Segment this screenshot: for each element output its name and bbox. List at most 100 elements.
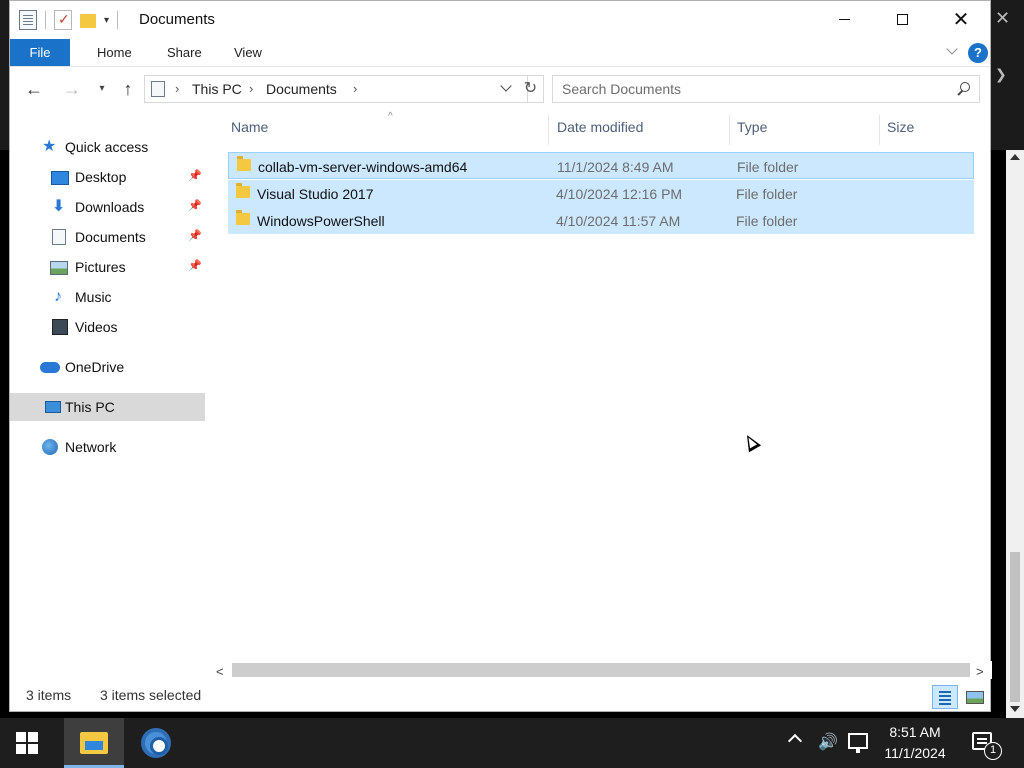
- sidebar-item-label: Music: [75, 289, 112, 305]
- file-explorer-icon: [80, 732, 108, 754]
- column-header-size[interactable]: Size: [887, 119, 914, 143]
- sidebar-item-videos[interactable]: Videos: [10, 313, 205, 341]
- sidebar-item-quick-access[interactable]: ★ Quick access: [10, 133, 205, 161]
- background-scroll-thumb[interactable]: [1010, 552, 1020, 702]
- selected-count: 3 items selected: [100, 687, 202, 703]
- large-icons-view-icon[interactable]: [964, 685, 984, 709]
- breadcrumb-separator-icon[interactable]: ›: [249, 81, 253, 96]
- file-type: File folder: [736, 213, 798, 229]
- file-row[interactable]: WindowsPowerShell 4/10/2024 11:57 AM Fil…: [228, 207, 974, 234]
- address-history-dropdown-icon[interactable]: [501, 83, 511, 93]
- folder-icon: [236, 210, 250, 225]
- scroll-left-icon[interactable]: <: [216, 664, 224, 679]
- windows-logo-pane: [28, 732, 38, 742]
- background-close-icon: ✕: [995, 8, 1011, 28]
- recent-locations-dropdown-icon[interactable]: ▾: [94, 77, 110, 101]
- refresh-button[interactable]: ↻: [518, 75, 544, 103]
- file-name: collab-vm-server-windows-amd64: [258, 159, 468, 175]
- documents-location-icon: [151, 81, 165, 97]
- onedrive-icon: [40, 362, 60, 373]
- sidebar-item-label: Desktop: [75, 169, 127, 185]
- title-bar[interactable]: ▾ Documents ✕: [10, 1, 990, 39]
- sidebar-item-label: Quick access: [65, 139, 149, 155]
- tab-home[interactable]: Home: [97, 39, 132, 66]
- column-divider[interactable]: [729, 115, 730, 145]
- scroll-thumb[interactable]: [232, 663, 970, 677]
- forward-button[interactable]: →: [60, 77, 84, 101]
- music-icon: ♪: [54, 288, 62, 305]
- file-date-modified: 4/10/2024 12:16 PM: [556, 186, 683, 202]
- tab-view[interactable]: View: [234, 39, 262, 66]
- file-type: File folder: [736, 186, 798, 202]
- file-date-modified: 11/1/2024 8:49 AM: [557, 159, 674, 175]
- help-button[interactable]: ?: [968, 43, 988, 63]
- background-window-left: [0, 0, 9, 150]
- sidebar-item-network[interactable]: Network: [10, 433, 205, 461]
- file-name: Visual Studio 2017: [257, 186, 374, 202]
- sidebar-item-label: Documents: [75, 229, 146, 245]
- volume-icon[interactable]: 🔊: [818, 732, 838, 752]
- folder-icon: [236, 183, 250, 198]
- sidebar-item-pictures[interactable]: Pictures 📌: [10, 253, 205, 281]
- column-header-date-modified[interactable]: Date modified: [557, 119, 643, 143]
- pin-icon[interactable]: 📌: [188, 229, 202, 242]
- search-box[interactable]: Search Documents: [552, 75, 980, 103]
- this-pc-icon: [45, 401, 61, 413]
- close-button[interactable]: ✕: [938, 1, 984, 39]
- search-input[interactable]: Search Documents: [562, 81, 681, 97]
- breadcrumb-separator-icon[interactable]: ›: [353, 81, 357, 96]
- column-header-name[interactable]: Name: [231, 119, 268, 143]
- scroll-right-icon[interactable]: >: [976, 664, 984, 679]
- breadcrumb-separator-icon[interactable]: ›: [175, 81, 179, 96]
- new-folder-icon[interactable]: [80, 14, 96, 28]
- taskbar-file-explorer[interactable]: [64, 718, 124, 768]
- breadcrumb-documents[interactable]: Documents: [266, 81, 337, 97]
- sidebar-item-onedrive[interactable]: OneDrive: [10, 353, 205, 381]
- tab-file[interactable]: File: [10, 39, 70, 66]
- tab-share[interactable]: Share: [167, 39, 202, 66]
- search-icon[interactable]: [956, 82, 970, 96]
- up-button[interactable]: ↑: [118, 77, 138, 101]
- horizontal-scrollbar[interactable]: < >: [210, 661, 992, 679]
- expand-ribbon-chevron-icon[interactable]: [946, 45, 958, 57]
- close-icon: ✕: [952, 9, 970, 31]
- sidebar-item-documents[interactable]: Documents 📌: [10, 223, 205, 251]
- pin-icon[interactable]: 📌: [188, 169, 202, 182]
- customize-toolbar-dropdown-icon[interactable]: ▾: [104, 15, 109, 26]
- address-bar[interactable]: › This PC › Documents ›: [144, 75, 528, 103]
- column-divider[interactable]: [879, 115, 880, 145]
- sidebar-item-label: OneDrive: [65, 359, 125, 375]
- pin-icon[interactable]: 📌: [188, 259, 202, 272]
- column-divider[interactable]: [548, 115, 549, 145]
- sidebar-item-downloads[interactable]: ⬇ Downloads 📌: [10, 193, 205, 221]
- taskbar-clock[interactable]: 8:51 AM 11/1/2024: [878, 722, 952, 764]
- ribbon: File Home Share View ?: [10, 39, 990, 67]
- background-scrollbar[interactable]: [1006, 150, 1024, 718]
- details-view-icon[interactable]: [932, 685, 958, 709]
- back-button[interactable]: ←: [22, 77, 46, 101]
- network-status-icon[interactable]: [848, 733, 868, 753]
- file-row[interactable]: collab-vm-server-windows-amd64 11/1/2024…: [228, 152, 974, 179]
- notification-count-badge: 1: [984, 742, 1002, 760]
- background-scroll-up-icon[interactable]: [1010, 154, 1020, 160]
- sort-ascending-icon: ^: [388, 111, 393, 122]
- show-hidden-icons-chevron-icon[interactable]: [787, 733, 803, 749]
- item-count: 3 items: [26, 687, 72, 703]
- minimize-button[interactable]: [821, 1, 867, 39]
- start-button[interactable]: [16, 732, 40, 756]
- breadcrumb-this-pc[interactable]: This PC: [192, 81, 242, 97]
- pin-icon[interactable]: 📌: [188, 199, 202, 212]
- file-row[interactable]: Visual Studio 2017 4/10/2024 12:16 PM Fi…: [228, 180, 974, 207]
- sidebar-item-desktop[interactable]: Desktop 📌: [10, 163, 205, 191]
- file-name: WindowsPowerShell: [257, 213, 385, 229]
- sidebar-item-this-pc[interactable]: This PC: [10, 393, 205, 421]
- sidebar-item-music[interactable]: ♪ Music: [10, 283, 205, 311]
- column-header-type[interactable]: Type: [737, 119, 767, 143]
- checkmark-icon[interactable]: [54, 10, 72, 30]
- maximize-button[interactable]: [879, 1, 925, 39]
- background-scroll-down-icon[interactable]: [1010, 706, 1020, 712]
- documents-icon: [52, 229, 66, 245]
- properties-icon[interactable]: [19, 10, 37, 30]
- file-date-modified: 4/10/2024 11:57 AM: [556, 213, 681, 229]
- taskbar-chrome[interactable]: [126, 718, 186, 768]
